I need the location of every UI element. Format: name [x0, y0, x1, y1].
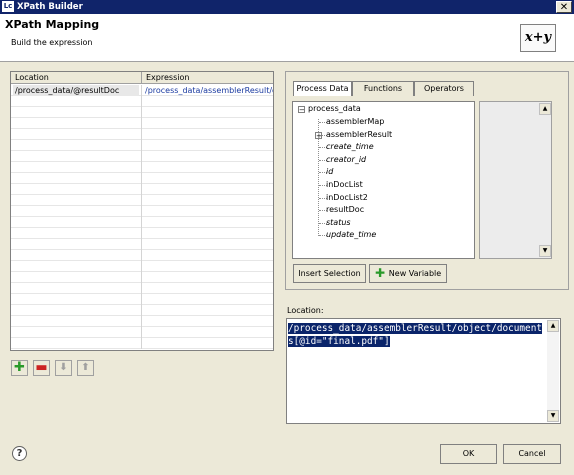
arrow-down-icon: ⬇: [59, 362, 68, 373]
tree-item[interactable]: create_time: [326, 141, 374, 153]
table-row-empty[interactable]: [11, 162, 273, 173]
tree-item[interactable]: inDocList2: [326, 192, 368, 204]
panel-scrollbar-area: ▲ ▼: [479, 101, 552, 259]
table-row-empty[interactable]: [11, 140, 273, 151]
table-row-empty[interactable]: [11, 118, 273, 129]
table-row-empty[interactable]: [11, 272, 273, 283]
table-row-empty[interactable]: [11, 338, 273, 349]
table-row-empty[interactable]: [11, 217, 273, 228]
scroll-down-arrow-icon[interactable]: ▼: [547, 410, 559, 422]
table-row-empty[interactable]: [11, 96, 273, 107]
table-row-empty[interactable]: [11, 250, 273, 261]
collapse-toggle-icon[interactable]: −: [298, 106, 305, 114]
table-row-empty[interactable]: [11, 294, 273, 305]
tree-item[interactable]: creator_id: [326, 154, 366, 166]
tree-item[interactable]: update_time: [326, 229, 376, 241]
tree-item[interactable]: inDocList: [326, 179, 363, 191]
tree-root-process-data[interactable]: process_data: [308, 103, 361, 115]
location-textarea[interactable]: /process_data/assemblerResult/object/doc…: [286, 318, 561, 424]
xpath-logo-icon: x+y: [520, 24, 556, 52]
table-row-empty[interactable]: [11, 107, 273, 118]
mapping-table[interactable]: Location Expression /process_data/@resul…: [10, 71, 274, 351]
table-row-empty[interactable]: [11, 206, 273, 217]
table-row-empty[interactable]: [11, 129, 273, 140]
table-row-empty[interactable]: [11, 283, 273, 294]
column-header-expression[interactable]: Expression: [142, 72, 273, 84]
close-button[interactable]: ✕: [556, 1, 572, 13]
table-row-empty[interactable]: [11, 316, 273, 327]
scroll-up-arrow-icon[interactable]: ▲: [547, 320, 559, 332]
ok-button[interactable]: OK: [440, 444, 497, 464]
table-row[interactable]: /process_data/@resultDoc /process_data/a…: [11, 85, 273, 96]
table-row-empty[interactable]: [11, 261, 273, 272]
table-row-empty[interactable]: [11, 239, 273, 250]
move-up-button[interactable]: ⬆: [77, 360, 94, 376]
window-title: XPath Builder: [17, 2, 83, 12]
title-bar: Lc XPath Builder ✕: [0, 0, 574, 14]
remove-row-button[interactable]: ▬: [33, 360, 50, 376]
add-row-button[interactable]: ✚: [11, 360, 28, 376]
dialog-title: XPath Mapping: [5, 18, 100, 31]
table-row-empty[interactable]: [11, 195, 273, 206]
expand-toggle-icon[interactable]: +: [315, 131, 322, 139]
tree-item[interactable]: assemblerResult: [326, 129, 392, 141]
table-row-empty[interactable]: [11, 305, 273, 316]
dialog-subtitle: Build the expression: [11, 38, 93, 47]
table-cell-location[interactable]: /process_data/@resultDoc: [13, 85, 139, 96]
tree-item[interactable]: id: [326, 166, 333, 178]
plus-icon: ✚: [14, 360, 25, 375]
tree-item[interactable]: status: [326, 217, 351, 229]
table-row-empty[interactable]: [11, 327, 273, 338]
scroll-up-arrow-icon[interactable]: ▲: [539, 103, 551, 115]
location-scrollbar[interactable]: ▲ ▼: [547, 320, 559, 422]
tab-process-data[interactable]: Process Data: [293, 81, 352, 96]
location-label: Location:: [287, 306, 324, 315]
app-icon: Lc: [2, 1, 14, 12]
tab-functions[interactable]: Functions: [352, 81, 414, 96]
scroll-down-arrow-icon[interactable]: ▼: [539, 245, 551, 257]
table-row-empty[interactable]: [11, 228, 273, 239]
table-row-empty[interactable]: [11, 151, 273, 162]
header-banner: XPath Mapping Build the expression x+y: [0, 14, 574, 62]
minus-icon: ▬: [35, 360, 48, 375]
plus-icon: ✚: [375, 266, 386, 280]
table-cell-expression[interactable]: /process_data/assemblerResult/o: [145, 85, 273, 96]
tab-operators[interactable]: Operators: [414, 81, 474, 96]
move-down-button[interactable]: ⬇: [55, 360, 72, 376]
table-row-empty[interactable]: [11, 173, 273, 184]
tree-item[interactable]: resultDoc: [326, 204, 364, 216]
help-icon[interactable]: ?: [12, 446, 27, 461]
location-text: /process_data/assemblerResult/object/doc…: [288, 323, 542, 347]
new-variable-button[interactable]: ✚ New Variable: [369, 264, 447, 283]
tree-item[interactable]: assemblerMap: [326, 116, 384, 128]
arrow-up-icon: ⬆: [81, 362, 90, 373]
table-row-empty[interactable]: [11, 184, 273, 195]
cancel-button[interactable]: Cancel: [503, 444, 561, 464]
new-variable-label: New Variable: [388, 269, 442, 278]
insert-selection-button[interactable]: Insert Selection: [293, 264, 366, 283]
column-header-location[interactable]: Location: [11, 72, 142, 84]
process-data-tree[interactable]: − process_data assemblerMap + assemblerRes…: [292, 101, 475, 259]
